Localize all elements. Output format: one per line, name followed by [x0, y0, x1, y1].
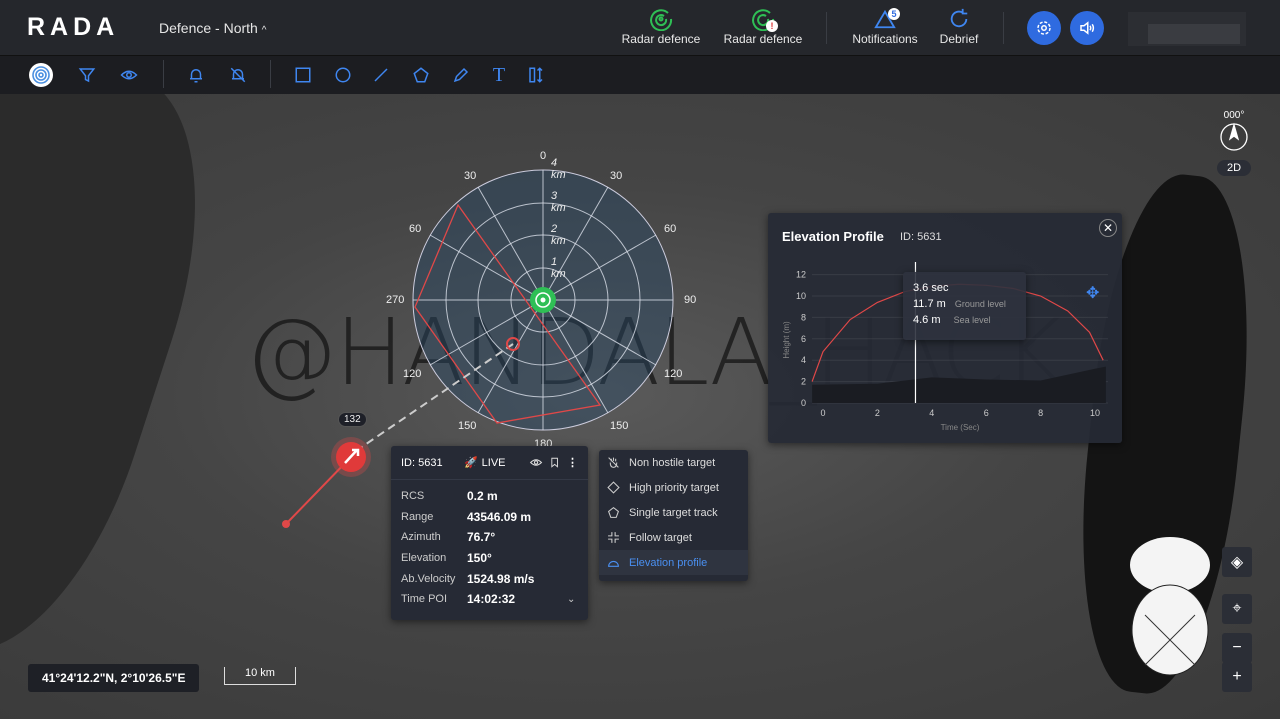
zoom-in-button[interactable]: +: [1222, 662, 1252, 692]
menu-item-elevation-profile[interactable]: Elevation profile: [599, 550, 748, 575]
locate-button[interactable]: ⌖: [1222, 594, 1252, 624]
target-context-menu: Non hostile target High priority target …: [599, 450, 748, 581]
bearing-label: 120: [664, 368, 683, 380]
menu-item-follow[interactable]: Follow target: [599, 525, 748, 550]
target-info-panel: ID: 5631 🚀 LIVE ⋮ RCS 0.2 m Range 43546.09 …: [391, 446, 588, 620]
coordinates-readout: 41°24'12.2"N, 2°10'26.5"E: [28, 664, 200, 692]
bearing-label: 0: [540, 150, 547, 162]
tooltip-ground-label: Ground level: [954, 299, 1006, 309]
menu-label: High priority target: [629, 481, 719, 494]
field-label: Azimuth: [401, 531, 441, 544]
move-icon[interactable]: ✥: [1086, 283, 1099, 303]
scale-bar: 10 km: [224, 667, 296, 685]
rocket-icon: 🚀: [463, 457, 478, 469]
menu-label: Elevation profile: [629, 556, 708, 569]
track-count-badge: 132: [338, 412, 367, 427]
field-label: Range: [401, 510, 434, 523]
eye-icon[interactable]: [529, 456, 543, 469]
plus-icon: +: [1232, 668, 1242, 685]
target-field-row: Elevation 150°: [401, 548, 578, 569]
layers-button[interactable]: ◈: [1222, 547, 1252, 577]
bearing-label: 30: [464, 170, 477, 182]
menu-item-single-track[interactable]: Single target track: [599, 500, 748, 525]
tooltip-sea: 4.6 m: [913, 314, 941, 326]
bearing-label: 150: [610, 420, 629, 432]
diamond-icon: [607, 481, 620, 494]
bearing-label: 120: [403, 368, 422, 380]
target-field-row: Time POI 14:02:32: [401, 589, 578, 610]
target-id: ID: 5631: [900, 231, 942, 243]
field-value: 76.7°: [467, 530, 496, 545]
menu-item-high-priority[interactable]: High priority target: [599, 475, 748, 500]
hand-off-icon: [608, 457, 619, 468]
live-status: LIVE: [481, 456, 506, 469]
bearing-label: 60: [664, 223, 677, 235]
bearing-label: 30: [610, 170, 623, 182]
tooltip-time: 3.6 sec: [913, 282, 949, 294]
menu-label: Follow target: [629, 531, 692, 544]
follow-icon: [608, 532, 619, 543]
field-label: RCS: [401, 490, 425, 503]
bookmark-icon[interactable]: [549, 456, 560, 469]
minus-icon: −: [1232, 639, 1242, 656]
range-label: 2 km: [551, 223, 566, 247]
zoom-out-button[interactable]: −: [1222, 633, 1252, 663]
field-value: 43546.09 m: [467, 509, 532, 524]
target-id: ID: 5631: [401, 456, 443, 469]
field-value: 14:02:32: [467, 592, 516, 607]
field-label: Elevation: [401, 552, 447, 565]
arc-icon: [608, 560, 619, 567]
menu-item-non-hostile[interactable]: Non hostile target: [599, 450, 748, 475]
view-mode-toggle[interactable]: 2D: [1217, 160, 1251, 176]
more-menu-icon[interactable]: ⋮: [567, 456, 578, 469]
crosshair-icon: ⌖: [1232, 600, 1242, 617]
panel-title: Elevation Profile: [782, 229, 884, 244]
handala-drawing: [1125, 535, 1215, 695]
tooltip-sea-label: Sea level: [953, 315, 991, 325]
bearing-label: 270: [386, 294, 405, 306]
field-value: 150°: [467, 551, 492, 566]
field-label: Time POI: [401, 593, 448, 606]
range-label: 1 km: [551, 256, 566, 280]
bearing-label: 90: [684, 294, 697, 306]
range-label: 4 km: [551, 157, 566, 181]
compass-icon: [1220, 122, 1248, 151]
target-field-row: Azimuth 76.7°: [401, 527, 578, 548]
compass[interactable]: 000° 2D: [1217, 110, 1251, 176]
pentagon-icon: [607, 506, 620, 518]
heading-readout: 000°: [1223, 110, 1245, 121]
bearing-label: 150: [458, 420, 477, 432]
target-field-row: RCS 0.2 m: [401, 486, 578, 507]
range-label: 3 km: [551, 190, 566, 214]
chart-tooltip: 3.6 sec 11.7 m Ground level 4.6 m Sea le…: [903, 272, 1026, 340]
target-field-row: Ab.Velocity 1524.98 m/s: [401, 568, 578, 589]
tooltip-ground: 11.7 m: [913, 298, 946, 310]
track-origin: [282, 520, 290, 528]
bearing-label: 60: [409, 223, 422, 235]
layers-icon: ◈: [1230, 554, 1244, 571]
field-value: 1524.98 m/s: [467, 571, 535, 586]
chevron-down-icon[interactable]: ⌄: [567, 594, 575, 605]
menu-label: Single target track: [629, 506, 718, 519]
field-value: 0.2 m: [467, 489, 498, 504]
menu-label: Non hostile target: [629, 456, 716, 469]
target-field-row: Range 43546.09 m: [401, 507, 578, 528]
close-button[interactable]: ✕: [1099, 219, 1117, 237]
field-label: Ab.Velocity: [401, 572, 456, 585]
